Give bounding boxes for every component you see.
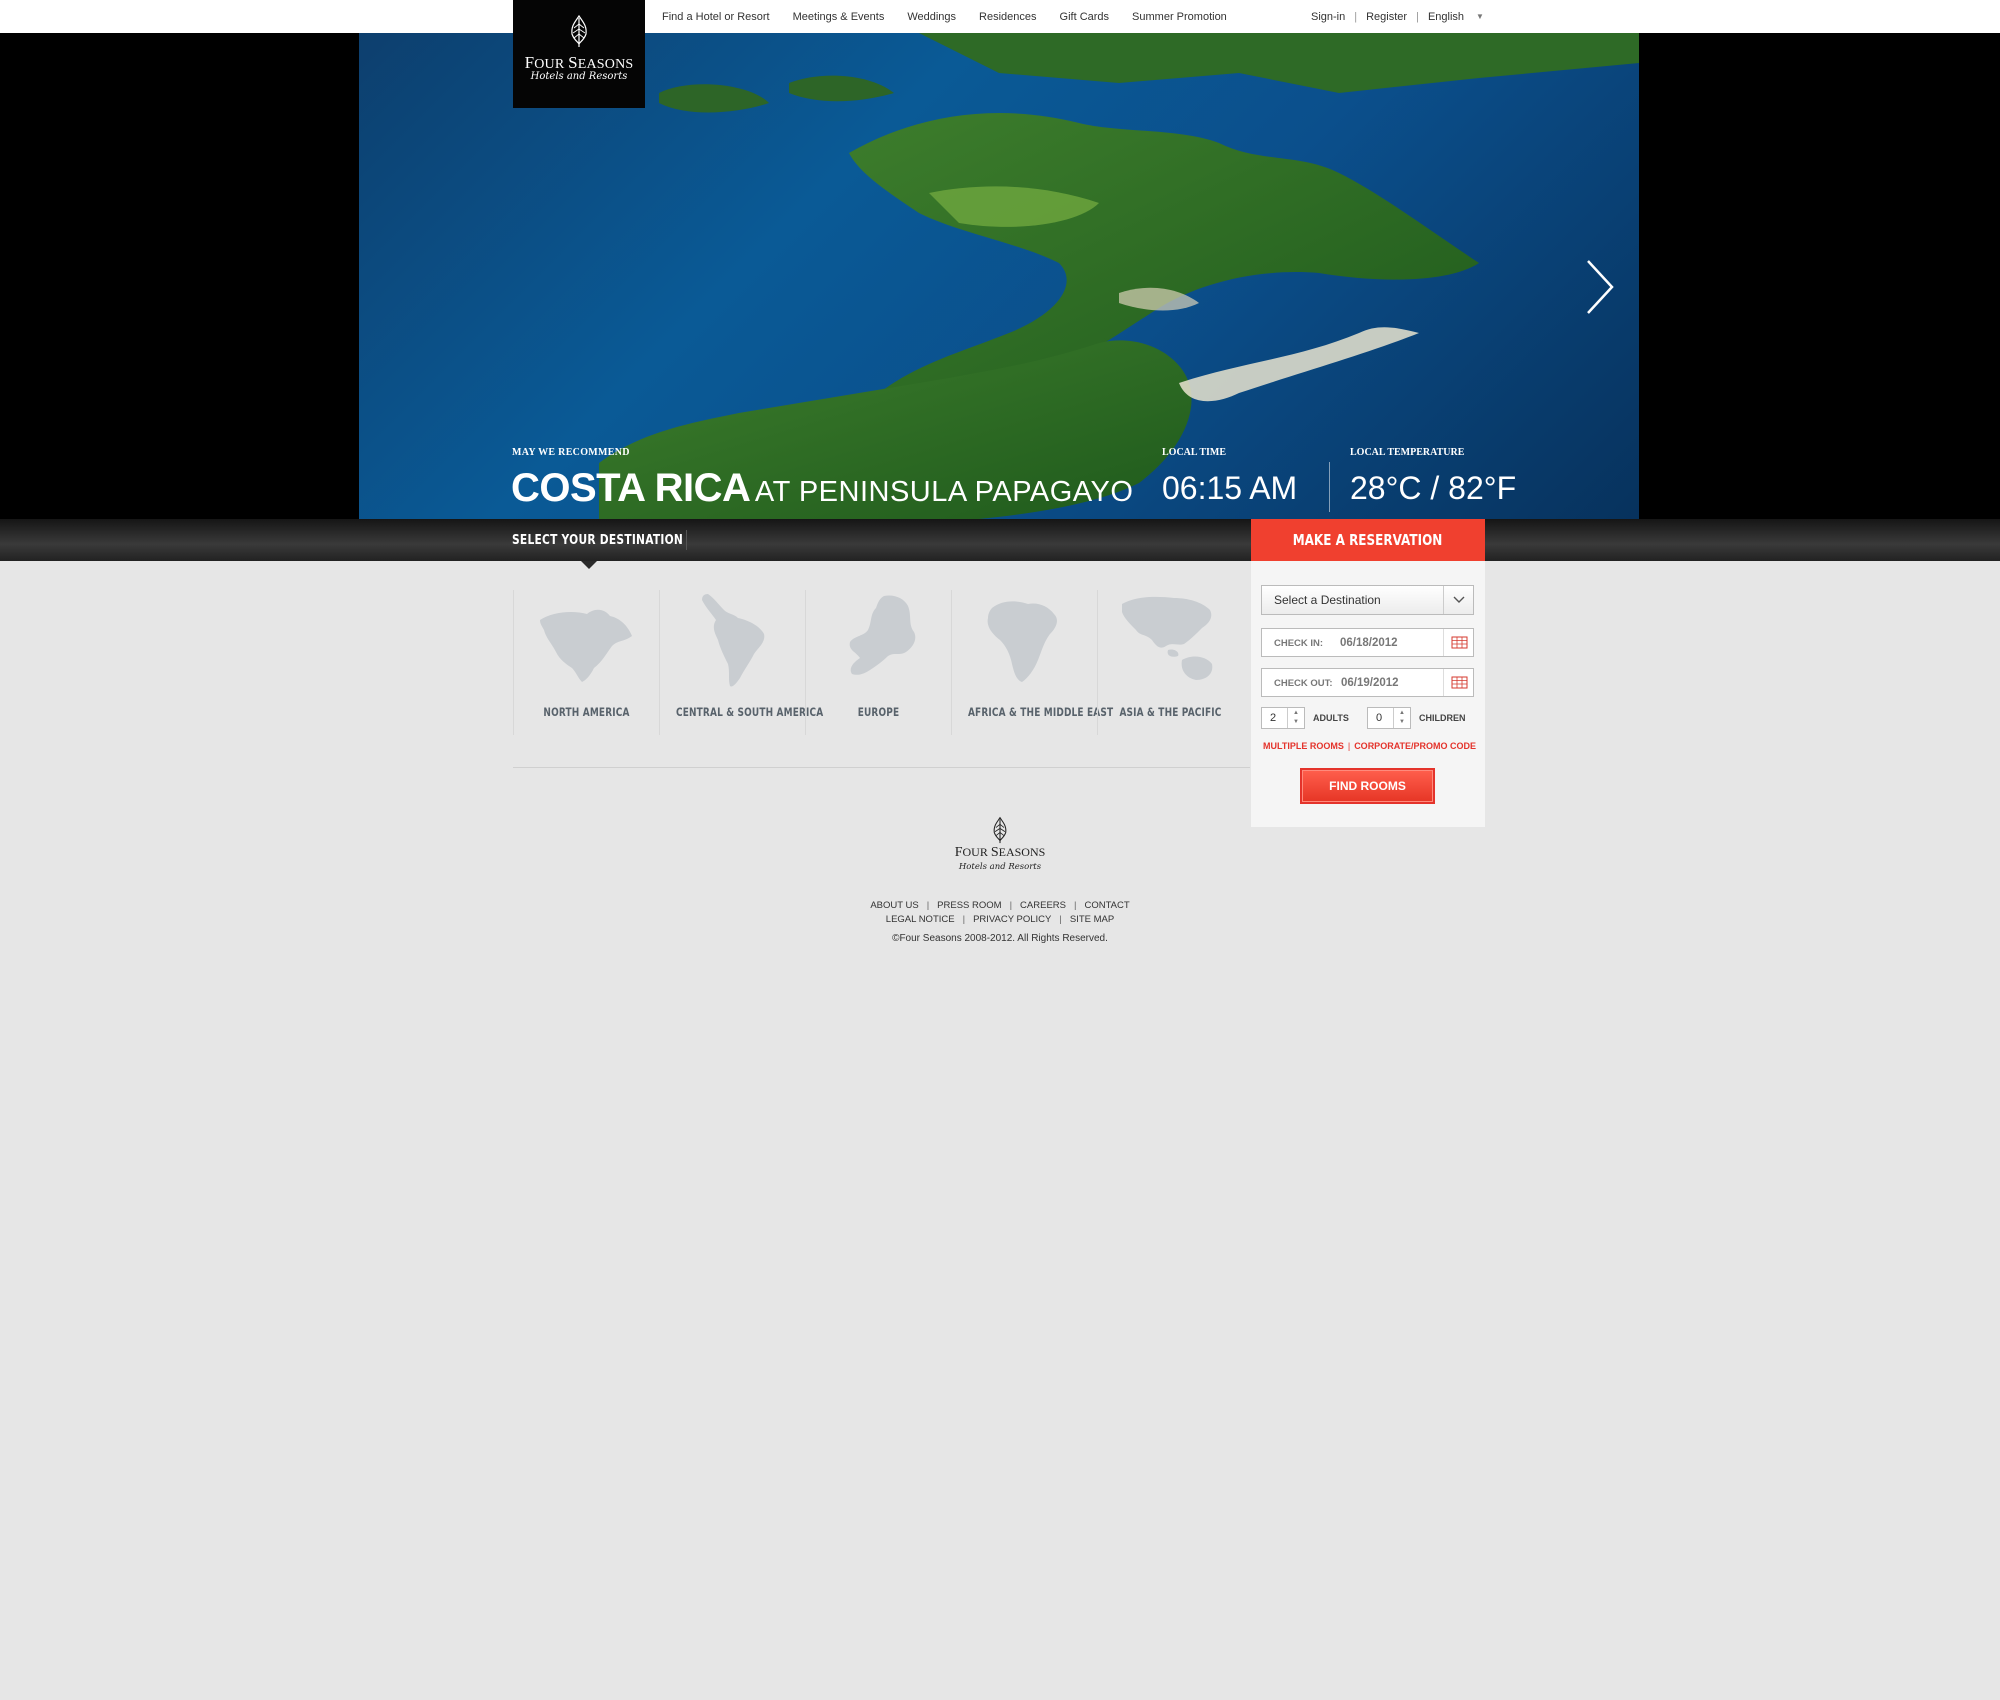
local-temperature-label: LOCAL TEMPERATURE <box>1350 447 1465 458</box>
footer-legal-notice[interactable]: LEGAL NOTICE <box>886 914 955 925</box>
calendar-icon[interactable] <box>1443 669 1473 696</box>
footer-site-map[interactable]: SITE MAP <box>1070 914 1114 925</box>
guest-selector: 2 ▲ ▼ ADULTS 0 ▲ ▼ CHILDREN <box>1261 707 1475 729</box>
north-america-map-icon <box>540 609 632 682</box>
nav-gift-cards[interactable]: Gift Cards <box>1060 11 1110 23</box>
chevron-down-icon[interactable] <box>1443 586 1473 614</box>
destination-bar: SELECT YOUR DESTINATION <box>0 519 2000 561</box>
region-list: NORTH AMERICA CENTRAL & SOUTH AMERICA EU… <box>513 590 1243 735</box>
content-divider <box>513 767 1250 768</box>
south-america-map-icon <box>702 594 765 687</box>
region-europe[interactable]: EUROPE <box>805 590 951 735</box>
nav-meetings-events[interactable]: Meetings & Events <box>793 11 885 23</box>
footer-links-row-1: ABOUT US | PRESS ROOM | CAREERS | CONTACT <box>0 900 2000 911</box>
language-select[interactable]: English <box>1428 11 1464 23</box>
select-destination-tab[interactable]: SELECT YOUR DESTINATION <box>512 533 683 548</box>
four-seasons-logo[interactable]: FOUR SEASONS Hotels and Resorts <box>513 0 645 108</box>
copyright-text: ©Four Seasons 2008-2012. All Rights Rese… <box>892 933 1108 944</box>
check-in-value[interactable]: 06/18/2012 <box>1340 637 1398 649</box>
footer-logo[interactable]: FOUR SEASONS Hotels and Resorts <box>930 816 1070 872</box>
local-time-label: LOCAL TIME <box>1162 447 1226 458</box>
divider <box>1329 462 1330 512</box>
recommend-label: MAY WE RECOMMEND <box>512 447 630 458</box>
logo-brand-text: FOUR SEASONS <box>524 53 634 72</box>
local-time-value: 06:15 AM <box>1162 470 1298 506</box>
tree-leaf-icon <box>993 816 1007 844</box>
separator: | <box>1059 914 1062 925</box>
separator: | <box>1009 900 1013 911</box>
separator: | <box>926 900 930 911</box>
check-in-label: CHECK IN: <box>1274 638 1324 649</box>
separator: | <box>1347 741 1351 751</box>
up-down-arrows-icon[interactable]: ▲ ▼ <box>1287 708 1304 728</box>
footer-links-row-2: LEGAL NOTICE | PRIVACY POLICY | SITE MAP <box>0 914 2000 925</box>
footer-about-us[interactable]: ABOUT US <box>870 900 918 911</box>
tab-pointer-icon <box>581 561 597 569</box>
europe-map-icon <box>849 595 916 675</box>
children-label: CHILDREN <box>1419 713 1466 723</box>
multiple-rooms-link[interactable]: MULTIPLE ROOMS <box>1263 741 1344 751</box>
logo-subtitle: Hotels and Resorts <box>530 71 628 82</box>
chevron-right-icon[interactable] <box>1585 259 1615 315</box>
recommended-destination-title[interactable]: COSTA RICA AT PENINSULA PAPAGAYO <box>511 466 1133 511</box>
nav-residences[interactable]: Residences <box>979 11 1036 23</box>
region-north-america[interactable]: NORTH AMERICA <box>513 590 659 735</box>
separator: | <box>1073 900 1077 911</box>
register-link[interactable]: Register <box>1366 11 1407 23</box>
chevron-down-icon[interactable]: ▼ <box>1476 12 1484 21</box>
adults-label: ADULTS <box>1313 713 1349 723</box>
africa-map-icon <box>987 601 1057 682</box>
main-nav: Find a Hotel or Resort Meetings & Events… <box>662 0 1250 33</box>
reservation-panel: MAKE A RESERVATION Select a Destination … <box>1251 519 1485 827</box>
region-asia-pacific[interactable]: ASIA & THE PACIFIC <box>1097 590 1243 735</box>
region-label: AFRICA & THE MIDDLE EAST <box>967 705 1114 719</box>
destination-location: AT PENINSULA PAPAGAYO <box>754 476 1134 508</box>
region-label: ASIA & THE PACIFIC <box>1119 705 1222 719</box>
local-temperature-value: 28°C / 82°F <box>1350 470 1517 506</box>
check-out-field[interactable]: CHECK OUT: 06/19/2012 <box>1261 668 1474 697</box>
nav-summer-promotion[interactable]: Summer Promotion <box>1132 11 1227 23</box>
divider <box>686 530 687 550</box>
destination-select[interactable]: Select a Destination <box>1261 585 1474 615</box>
up-down-arrows-icon[interactable]: ▲ ▼ <box>1393 708 1410 728</box>
separator: | <box>1354 10 1358 23</box>
reservation-header: MAKE A RESERVATION <box>1251 519 1485 561</box>
adults-stepper[interactable]: 2 ▲ ▼ <box>1261 707 1305 729</box>
footer-careers[interactable]: CAREERS <box>1020 900 1066 911</box>
check-out-value[interactable]: 06/19/2012 <box>1341 677 1399 689</box>
footer-logo-subtitle: Hotels and Resorts <box>958 862 1042 872</box>
footer-brand-text: FOUR SEASONS <box>954 845 1046 860</box>
region-label: EUROPE <box>857 705 900 719</box>
separator: | <box>962 914 966 925</box>
nav-weddings[interactable]: Weddings <box>907 11 956 23</box>
region-central-south-america[interactable]: CENTRAL & SOUTH AMERICA <box>659 590 824 735</box>
region-africa-middle-east[interactable]: AFRICA & THE MIDDLE EAST <box>951 590 1114 735</box>
promo-code-link[interactable]: CORPORATE/PROMO CODE <box>1354 741 1476 751</box>
footer-press-room[interactable]: PRESS ROOM <box>937 900 1001 911</box>
check-in-field[interactable]: CHECK IN: 06/18/2012 <box>1261 628 1474 657</box>
region-label: NORTH AMERICA <box>543 705 630 719</box>
top-navigation-bar: Find a Hotel or Resort Meetings & Events… <box>0 0 2000 33</box>
nav-find-hotel[interactable]: Find a Hotel or Resort <box>662 11 770 23</box>
signin-link[interactable]: Sign-in <box>1311 11 1345 23</box>
calendar-icon[interactable] <box>1443 629 1473 656</box>
utility-links: Sign-in | Register | English ▼ <box>1311 0 1484 33</box>
footer-privacy-policy[interactable]: PRIVACY POLICY <box>973 914 1051 925</box>
footer-contact[interactable]: CONTACT <box>1084 900 1129 911</box>
reservation-options: MULTIPLE ROOMS | CORPORATE/PROMO CODE <box>1263 741 1476 751</box>
children-stepper[interactable]: 0 ▲ ▼ <box>1367 707 1411 729</box>
destination-country: COSTA RICA <box>511 466 751 510</box>
find-rooms-button[interactable]: FIND ROOMS <box>1300 768 1435 804</box>
separator: | <box>1416 10 1419 23</box>
check-out-label: CHECK OUT: <box>1274 678 1333 689</box>
asia-pacific-map-icon <box>1122 596 1213 680</box>
region-label: CENTRAL & SOUTH AMERICA <box>675 705 824 719</box>
tree-leaf-icon <box>571 14 587 47</box>
